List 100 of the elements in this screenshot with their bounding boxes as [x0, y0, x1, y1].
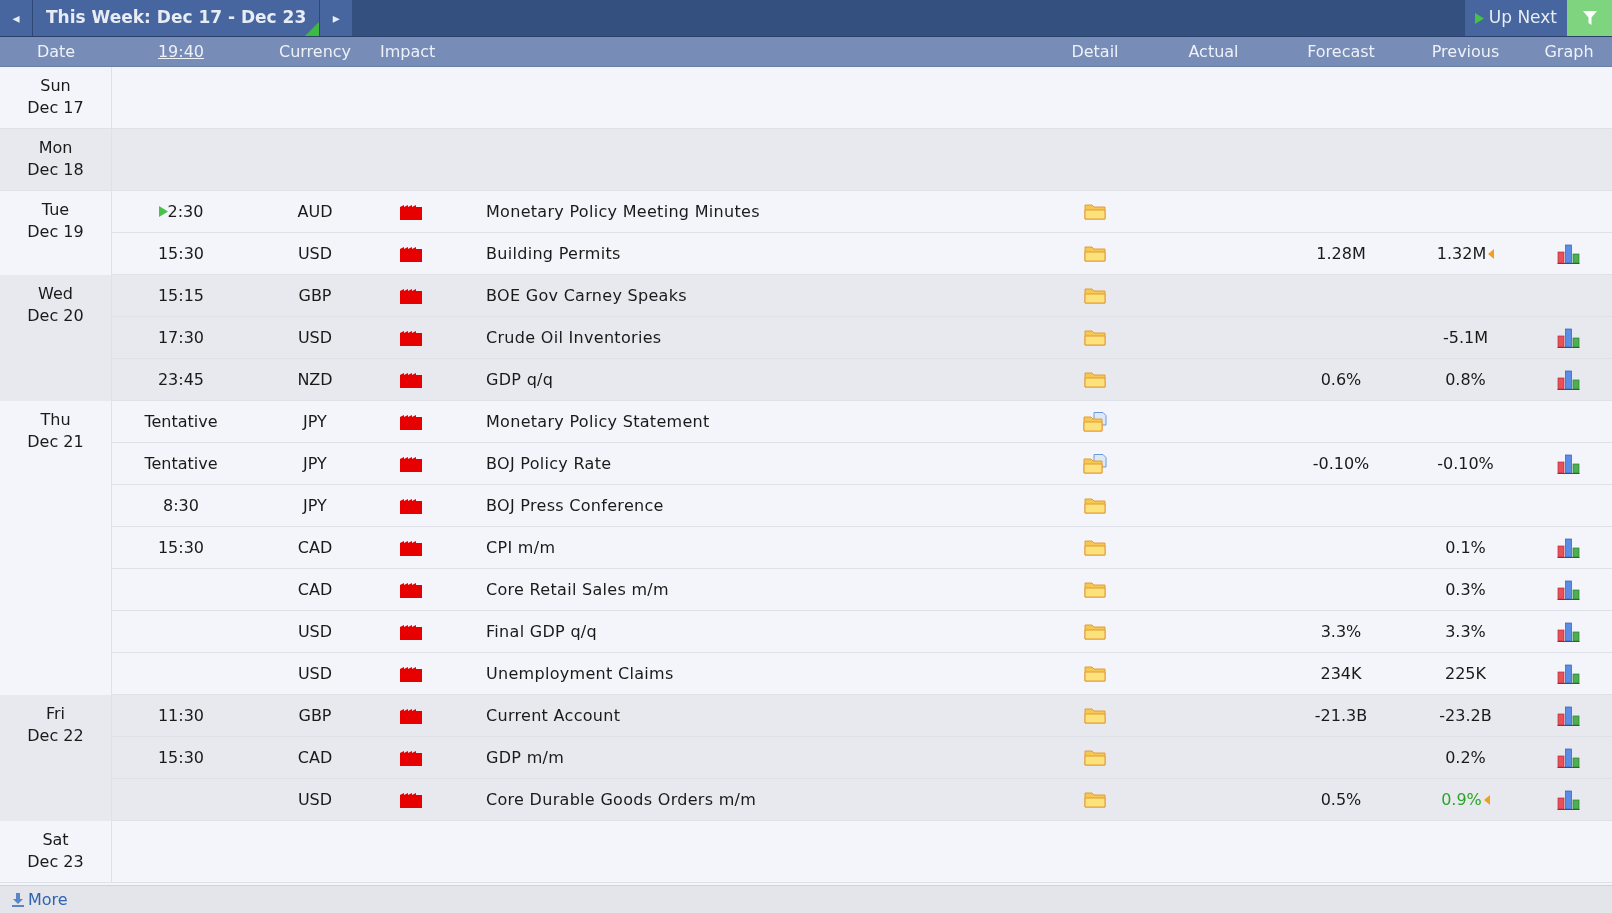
graph-column-header: Graph: [1544, 41, 1594, 61]
event-time: 2:30: [167, 200, 204, 223]
event-title[interactable]: GDP q/q: [486, 369, 554, 389]
event-time: 15:30: [157, 536, 205, 559]
folder-icon[interactable]: [1084, 371, 1106, 388]
bar-chart-icon[interactable]: [1557, 369, 1581, 390]
event-title[interactable]: Current Account: [486, 705, 621, 725]
currency-code: USD: [297, 620, 333, 643]
folder-icon[interactable]: [1084, 203, 1106, 220]
previous-value: -5.1M: [1443, 326, 1488, 349]
weekday-label: Mon: [38, 137, 73, 159]
previous-value: 1.32M: [1436, 242, 1487, 265]
event-time: Tentative: [144, 410, 218, 433]
event-title[interactable]: BOJ Policy Rate: [486, 453, 612, 473]
event-title[interactable]: Final GDP q/q: [486, 621, 598, 641]
date-label: Dec 22: [27, 725, 84, 747]
currency-code: CAD: [297, 536, 333, 559]
currency-code: JPY: [303, 494, 327, 517]
previous-value: 0.8%: [1445, 368, 1486, 391]
folder-icon[interactable]: [1084, 539, 1106, 556]
folder-icon[interactable]: [1084, 245, 1106, 262]
detail-column-header: Detail: [1071, 41, 1119, 61]
folder-icon[interactable]: [1084, 329, 1106, 346]
event-time: 15:15: [157, 284, 205, 307]
bar-chart-icon[interactable]: [1557, 579, 1581, 600]
date-label: Dec 18: [27, 159, 84, 181]
filter-button[interactable]: [1567, 0, 1612, 36]
bar-chart-icon[interactable]: [1557, 243, 1581, 264]
folder-icon[interactable]: [1084, 623, 1106, 640]
currency-code: USD: [297, 326, 333, 349]
forecast-value: -0.10%: [1312, 452, 1370, 475]
currency-code: CAD: [297, 746, 333, 769]
forecast-column-header: Forecast: [1307, 41, 1375, 61]
event-title[interactable]: Core Durable Goods Orders m/m: [486, 789, 757, 809]
weekday-label: Sun: [40, 75, 71, 97]
folder-icon[interactable]: [1084, 287, 1106, 304]
week-tab[interactable]: This Week: Dec 17 - Dec 23: [33, 0, 320, 36]
folder-icon[interactable]: [1084, 581, 1106, 598]
event-time: 15:30: [157, 746, 205, 769]
previous-value: -0.10%: [1437, 452, 1494, 475]
bar-chart-icon[interactable]: [1557, 663, 1581, 684]
event-title[interactable]: Crude Oil Inventories: [486, 327, 662, 347]
bar-chart-icon[interactable]: [1557, 789, 1581, 810]
folder-icon[interactable]: [1084, 497, 1106, 514]
filter-icon: [1582, 11, 1597, 25]
currency-code: USD: [297, 662, 333, 685]
currency-code: JPY: [303, 410, 327, 433]
next-week-button[interactable]: ▸: [319, 0, 353, 36]
previous-column-header: Previous: [1431, 41, 1500, 61]
weekday-label: Tue: [41, 199, 70, 221]
event-time: 15:30: [157, 242, 205, 265]
bar-chart-icon[interactable]: [1557, 453, 1581, 474]
forecast-value: 0.6%: [1320, 368, 1362, 391]
event-title[interactable]: GDP m/m: [486, 747, 565, 767]
event-title[interactable]: Unemployment Claims: [486, 663, 674, 683]
folder-document-icon[interactable]: [1083, 411, 1107, 432]
event-title[interactable]: Monetary Policy Meeting Minutes: [486, 201, 760, 221]
bar-chart-icon[interactable]: [1557, 705, 1581, 726]
play-icon: [1474, 12, 1484, 24]
bar-chart-icon[interactable]: [1557, 747, 1581, 768]
currency-code: USD: [297, 242, 333, 265]
currency-code: NZD: [297, 368, 333, 391]
event-title[interactable]: BOE Gov Carney Speaks: [486, 285, 687, 305]
event-time: 17:30: [157, 326, 205, 349]
bar-chart-icon[interactable]: [1557, 537, 1581, 558]
previous-value: 225K: [1445, 662, 1486, 685]
bar-chart-icon[interactable]: [1557, 621, 1581, 642]
forecast-value: 3.3%: [1320, 620, 1362, 643]
bar-chart-icon[interactable]: [1557, 327, 1581, 348]
date-label: Dec 23: [27, 851, 84, 873]
event-time: 11:30: [157, 704, 205, 727]
currency-code: GBP: [298, 704, 332, 727]
previous-week-button[interactable]: ◂: [0, 0, 33, 36]
folder-icon[interactable]: [1084, 749, 1106, 766]
event-title[interactable]: Core Retail Sales m/m: [486, 579, 669, 599]
folder-icon[interactable]: [1084, 707, 1106, 724]
forecast-value: -21.3B: [1314, 704, 1368, 727]
event-time: 8:30: [163, 494, 199, 517]
folder-document-icon[interactable]: [1083, 453, 1107, 474]
actual-column-header: Actual: [1188, 41, 1239, 61]
previous-value: 0.9%: [1441, 788, 1482, 811]
previous-value: 0.1%: [1445, 536, 1486, 559]
event-title[interactable]: CPI m/m: [486, 537, 556, 557]
date-label: Dec 21: [27, 431, 84, 453]
currency-code: AUD: [297, 200, 333, 223]
event-title[interactable]: BOJ Press Conference: [486, 495, 664, 515]
currency-column-header: Currency: [278, 41, 352, 61]
folder-icon[interactable]: [1084, 665, 1106, 682]
forecast-value: 0.5%: [1320, 788, 1362, 811]
weekday-label: Wed: [38, 283, 73, 305]
more-link[interactable]: More: [12, 887, 68, 912]
event-title[interactable]: Building Permits: [486, 243, 621, 263]
event-time: Tentative: [144, 452, 218, 475]
up-next-button[interactable]: Up Next: [1464, 0, 1567, 36]
folder-icon[interactable]: [1084, 791, 1106, 808]
weekday-label: Fri: [45, 703, 66, 725]
weekday-label: Thu: [40, 409, 71, 431]
date-label: Dec 17: [27, 97, 84, 119]
event-title[interactable]: Monetary Policy Statement: [486, 411, 710, 431]
currency-code: GBP: [298, 284, 332, 307]
